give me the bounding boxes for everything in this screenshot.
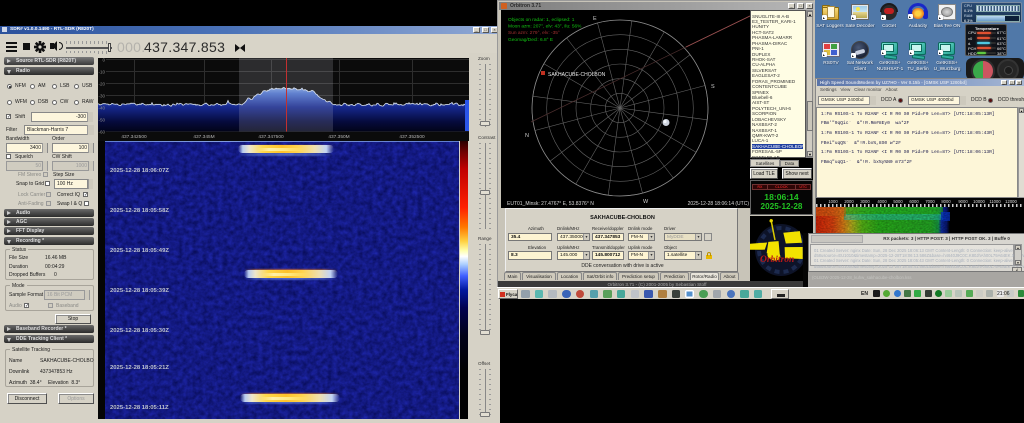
svg-text:437.345M: 437.345M (193, 134, 214, 140)
svg-text:0: 0 (102, 58, 105, 63)
svg-text:SAKHACUBE-CHOLBON: SAKHACUBE-CHOLBON (548, 72, 606, 78)
svg-text:Orbitron: Orbitron (760, 255, 794, 265)
svg-text:2025-12-28 18:06:14 (UTC): 2025-12-28 18:06:14 (UTC) (688, 201, 750, 207)
svg-text:Sun azm: 279°, elv: -35°: Sun azm: 279°, elv: -35° (508, 30, 560, 36)
svg-text:Moon azm: 207°, elv: 43°, ilu:: Moon azm: 207°, elv: 43°, ilu: 56% (508, 24, 582, 30)
svg-text:Objects on radar: 1, eclipsed:: Objects on radar: 1, eclipsed: 1 (508, 17, 575, 23)
svg-text:437.347500: 437.347500 (258, 134, 284, 140)
svg-text:-20: -20 (98, 81, 105, 86)
svg-text:S: S (711, 84, 715, 90)
svg-text:437.350M: 437.350M (328, 134, 349, 140)
svg-text:E: E (593, 16, 597, 22)
svg-text:Geomag/Decl: 6.8° E: Geomag/Decl: 6.8° E (508, 37, 553, 43)
svg-text:-50: -50 (98, 117, 105, 122)
svg-text:437.342500: 437.342500 (121, 134, 147, 140)
svg-text:-30: -30 (98, 93, 105, 98)
svg-text:-10: -10 (98, 69, 105, 74)
svg-text:W: W (643, 199, 649, 205)
svg-text:N: N (525, 133, 529, 139)
svg-text:EUT01_Minsk: 27.4767° E, 53.83: EUT01_Minsk: 27.4767° E, 53.8376° N (507, 201, 594, 207)
svg-text:-60: -60 (98, 129, 105, 134)
svg-text:-40: -40 (98, 105, 105, 110)
svg-text:437.352500: 437.352500 (399, 134, 425, 140)
